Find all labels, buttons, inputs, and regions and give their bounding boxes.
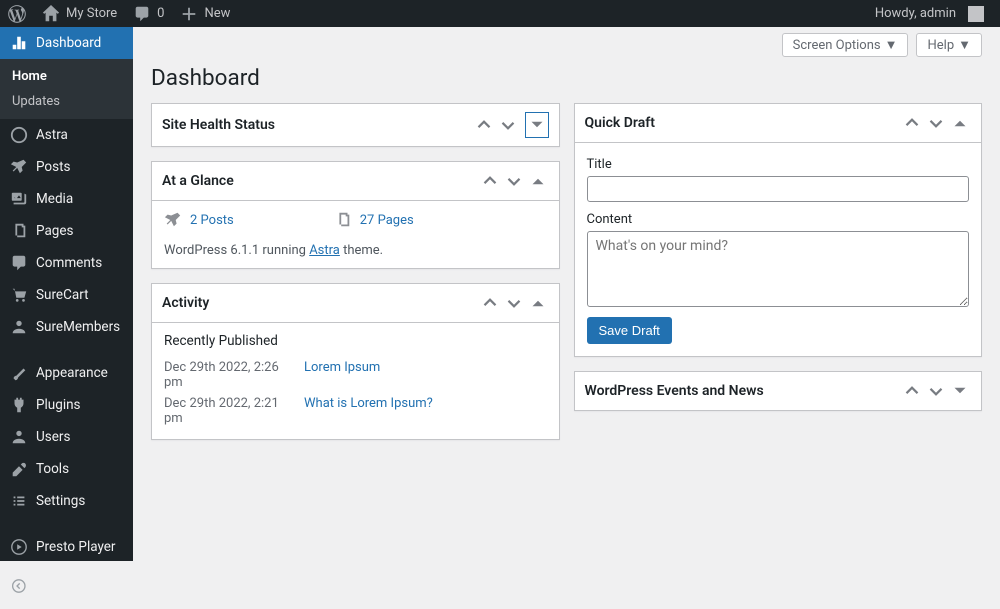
quick-draft-box: Quick Draft Title Content — [574, 103, 983, 357]
content-textarea[interactable] — [587, 231, 970, 307]
submenu-home[interactable]: Home — [0, 64, 133, 89]
cart-icon — [10, 286, 28, 304]
title-input[interactable] — [587, 176, 970, 202]
menu-pages[interactable]: Pages — [0, 215, 133, 247]
activity-link[interactable]: What is Lorem Ipsum? — [304, 396, 433, 426]
brush-icon — [10, 364, 28, 382]
move-up-button[interactable] — [473, 114, 495, 136]
page-title: Dashboard — [151, 57, 982, 103]
site-health-title: Site Health Status — [162, 117, 275, 133]
move-down-button[interactable] — [503, 292, 525, 314]
menu-collapse[interactable]: Collapse menu — [0, 563, 133, 609]
new-link[interactable]: New — [172, 0, 238, 27]
move-up-button[interactable] — [901, 112, 923, 134]
content-label: Content — [587, 212, 970, 227]
events-box: WordPress Events and News — [574, 371, 983, 411]
quick-draft-title: Quick Draft — [585, 115, 655, 131]
media-icon — [10, 190, 28, 208]
site-link[interactable]: My Store — [34, 0, 125, 27]
user-icon — [10, 428, 28, 446]
menu-suremembers[interactable]: SureMembers — [0, 311, 133, 343]
submenu-updates[interactable]: Updates — [0, 89, 133, 114]
submenu-dashboard: Home Updates — [0, 59, 133, 119]
activity-date: Dec 29th 2022, 2:26 pm — [164, 360, 294, 390]
caret-down-icon: ▼ — [885, 37, 898, 53]
comments-link[interactable]: 0 — [125, 0, 172, 27]
wp-logo[interactable] — [0, 0, 34, 27]
menu-dashboard[interactable]: Dashboard — [0, 27, 133, 59]
menu-plugins[interactable]: Plugins — [0, 389, 133, 421]
wp-version-text: WordPress 6.1.1 running Astra theme. — [164, 243, 547, 258]
move-up-button[interactable] — [479, 170, 501, 192]
activity-row: Dec 29th 2022, 2:26 pm Lorem Ipsum — [164, 357, 547, 393]
screen-options-button[interactable]: Screen Options▼ — [782, 33, 909, 57]
new-label: New — [204, 6, 230, 21]
move-down-button[interactable] — [925, 380, 947, 402]
activity-row: Dec 29th 2022, 2:21 pm What is Lorem Ips… — [164, 393, 547, 429]
activity-section-title: Recently Published — [164, 333, 547, 349]
menu-presto[interactable]: Presto Player — [0, 531, 133, 563]
astra-icon — [10, 126, 28, 144]
menu-users[interactable]: Users — [0, 421, 133, 453]
menu-media[interactable]: Media — [0, 183, 133, 215]
move-down-button[interactable] — [503, 170, 525, 192]
move-up-button[interactable] — [901, 380, 923, 402]
pin-icon — [164, 211, 182, 229]
comment-icon — [133, 5, 151, 23]
avatar — [968, 6, 984, 22]
play-icon — [10, 538, 28, 556]
menu-posts[interactable]: Posts — [0, 151, 133, 183]
dashboard-icon — [10, 34, 28, 52]
move-up-button[interactable] — [479, 292, 501, 314]
plus-icon — [180, 5, 198, 23]
activity-box: Activity Recently Published Dec 29th 202… — [151, 283, 560, 440]
site-health-box: Site Health Status — [151, 103, 560, 147]
toggle-button[interactable] — [949, 112, 971, 134]
wordpress-icon — [8, 5, 26, 23]
save-draft-button[interactable]: Save Draft — [587, 317, 672, 344]
admin-bar: My Store 0 New Howdy, admin — [0, 0, 1000, 27]
menu-settings[interactable]: Settings — [0, 485, 133, 517]
menu-astra[interactable]: Astra — [0, 119, 133, 151]
menu-surecart[interactable]: SureCart — [0, 279, 133, 311]
at-a-glance-box: At a Glance 2 Posts 27 Pages WordPress 6… — [151, 161, 560, 269]
page-icon — [10, 222, 28, 240]
menu-appearance[interactable]: Appearance — [0, 357, 133, 389]
move-down-button[interactable] — [497, 114, 519, 136]
settings-icon — [10, 492, 28, 510]
toggle-button[interactable] — [949, 380, 971, 402]
activity-link[interactable]: Lorem Ipsum — [304, 360, 380, 390]
home-icon — [42, 5, 60, 23]
glance-pages[interactable]: 27 Pages — [334, 211, 414, 229]
members-icon — [10, 318, 28, 336]
collapse-icon — [10, 577, 28, 595]
account-link[interactable]: Howdy, admin — [867, 0, 992, 27]
wrench-icon — [10, 460, 28, 478]
howdy-text: Howdy, admin — [875, 6, 956, 21]
admin-sidebar: Dashboard Home Updates Astra Posts Media… — [0, 27, 133, 561]
activity-title: Activity — [162, 295, 209, 311]
menu-tools[interactable]: Tools — [0, 453, 133, 485]
theme-link[interactable]: Astra — [309, 243, 340, 258]
glance-posts[interactable]: 2 Posts — [164, 211, 234, 229]
caret-down-icon: ▼ — [958, 37, 971, 53]
toggle-button[interactable] — [527, 170, 549, 192]
glance-title: At a Glance — [162, 173, 234, 189]
comment-icon — [10, 254, 28, 272]
toggle-button[interactable] — [527, 292, 549, 314]
site-name: My Store — [66, 6, 117, 21]
page-icon — [334, 211, 352, 229]
title-label: Title — [587, 157, 970, 172]
plug-icon — [10, 396, 28, 414]
pin-icon — [10, 158, 28, 176]
move-down-button[interactable] — [925, 112, 947, 134]
activity-date: Dec 29th 2022, 2:21 pm — [164, 396, 294, 426]
comment-count: 0 — [157, 6, 164, 21]
events-title: WordPress Events and News — [585, 383, 764, 399]
content-area: Screen Options▼ Help▼ Dashboard Site Hea… — [133, 27, 1000, 561]
help-button[interactable]: Help▼ — [916, 33, 982, 57]
menu-comments[interactable]: Comments — [0, 247, 133, 279]
toggle-button[interactable] — [525, 112, 549, 138]
